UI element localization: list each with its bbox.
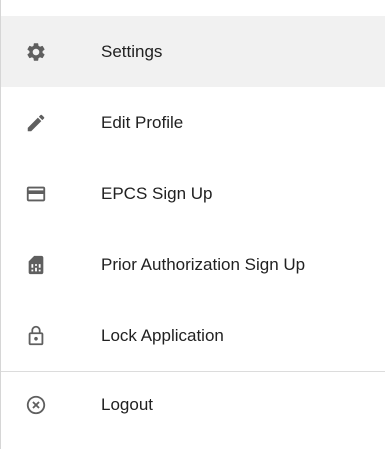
lock-icon bbox=[24, 324, 48, 348]
menu-item-label: Lock Application bbox=[101, 325, 224, 345]
menu-item-label: Settings bbox=[101, 41, 163, 61]
user-menu: Settings Edit Profile EPCS Sign Up Prior… bbox=[0, 0, 385, 449]
gear-icon bbox=[24, 40, 48, 64]
close-circle-icon bbox=[24, 393, 48, 417]
sim-card-icon bbox=[24, 253, 48, 277]
menu-item-lock-application[interactable]: Lock Application bbox=[1, 300, 385, 371]
menu-item-logout[interactable]: Logout bbox=[1, 372, 385, 438]
menu-item-label: EPCS Sign Up bbox=[101, 183, 213, 203]
menu-top-padding bbox=[1, 0, 385, 16]
menu-item-label: Edit Profile bbox=[101, 112, 184, 132]
credit-card-icon bbox=[24, 182, 48, 206]
menu-item-prior-authorization-sign-up[interactable]: Prior Authorization Sign Up bbox=[1, 229, 385, 300]
menu-item-settings[interactable]: Settings bbox=[1, 16, 385, 87]
menu-item-edit-profile[interactable]: Edit Profile bbox=[1, 87, 385, 158]
pencil-icon bbox=[24, 111, 48, 135]
menu-item-epcs-sign-up[interactable]: EPCS Sign Up bbox=[1, 158, 385, 229]
menu-item-label: Prior Authorization Sign Up bbox=[101, 254, 306, 274]
menu-item-label: Logout bbox=[101, 395, 153, 414]
